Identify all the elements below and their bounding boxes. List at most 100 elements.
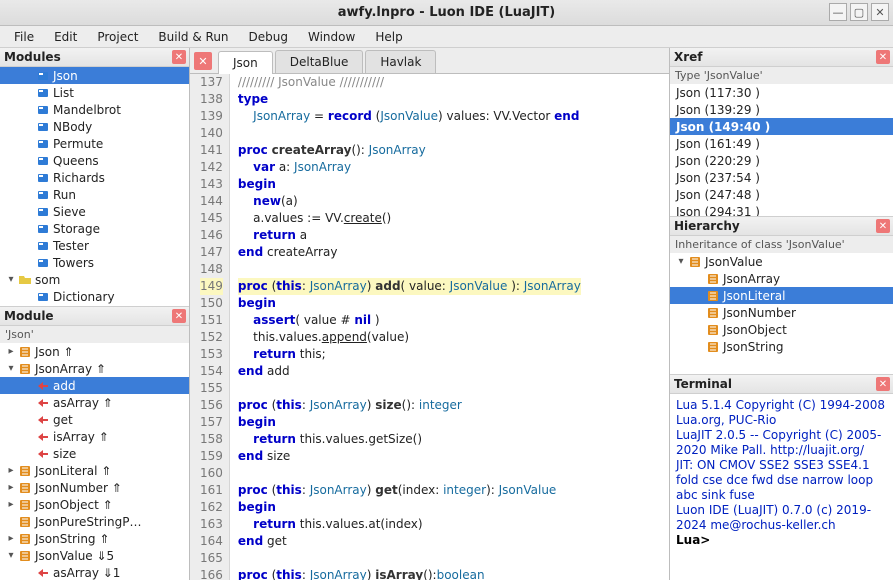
expand-icon[interactable]: ▾: [4, 274, 18, 285]
modules-item[interactable]: List: [0, 84, 189, 101]
maximize-button[interactable]: ▢: [850, 3, 868, 21]
hierarchy-item[interactable]: JsonObject: [670, 321, 893, 338]
menu-project[interactable]: Project: [89, 28, 146, 46]
hierarchy-item[interactable]: JsonString: [670, 338, 893, 355]
code-area[interactable]: ///////// JsonValue ///////////type Json…: [230, 74, 581, 580]
code-line[interactable]: var a: JsonArray: [238, 159, 581, 176]
modules-item[interactable]: Dictionary: [0, 288, 189, 305]
expand-icon[interactable]: ▸: [4, 346, 18, 357]
modules-item[interactable]: Storage: [0, 220, 189, 237]
code-line[interactable]: end get: [238, 533, 581, 550]
module-outline-tree[interactable]: ▸Json ⇑▾JsonArray ⇑addasArray ⇑getisArra…: [0, 343, 189, 580]
modules-item[interactable]: NBody: [0, 118, 189, 135]
modules-item[interactable]: Mandelbrot: [0, 101, 189, 118]
tab-deltablue[interactable]: DeltaBlue: [275, 50, 364, 73]
tab-json[interactable]: Json: [218, 51, 273, 74]
modules-item[interactable]: Sieve: [0, 203, 189, 220]
modules-item[interactable]: Json: [0, 67, 189, 84]
hierarchy-close-icon[interactable]: ✕: [876, 219, 890, 233]
code-line[interactable]: [238, 465, 581, 482]
outline-item[interactable]: size: [0, 445, 189, 462]
code-line[interactable]: proc (this: JsonArray) size(): integer: [238, 397, 581, 414]
hierarchy-item[interactable]: JsonNumber: [670, 304, 893, 321]
xref-item[interactable]: Json (294:31 ): [670, 203, 893, 216]
outline-item[interactable]: get: [0, 411, 189, 428]
outline-item[interactable]: asArray ⇓1: [0, 564, 189, 580]
tab-havlak[interactable]: Havlak: [365, 50, 436, 73]
code-line[interactable]: begin: [238, 176, 581, 193]
code-line[interactable]: begin: [238, 414, 581, 431]
close-all-tabs-icon[interactable]: ✕: [194, 52, 212, 70]
code-line[interactable]: end size: [238, 448, 581, 465]
code-line[interactable]: proc createArray(): JsonArray: [238, 142, 581, 159]
code-line[interactable]: type: [238, 91, 581, 108]
code-editor[interactable]: 1371381391401411421431441451461471481491…: [190, 74, 669, 580]
outline-item[interactable]: JsonPureStringP…: [0, 513, 189, 530]
code-line[interactable]: [238, 261, 581, 278]
code-line[interactable]: return this.values.getSize(): [238, 431, 581, 448]
outline-item[interactable]: ▾JsonArray ⇑: [0, 360, 189, 377]
expand-icon[interactable]: ▾: [674, 256, 688, 267]
xref-item[interactable]: Json (161:49 ): [670, 135, 893, 152]
code-line[interactable]: begin: [238, 295, 581, 312]
outline-item[interactable]: asArray ⇑: [0, 394, 189, 411]
hierarchy-tree[interactable]: ▾JsonValueJsonArrayJsonLiteralJsonNumber…: [670, 253, 893, 374]
code-line[interactable]: [238, 380, 581, 397]
modules-item[interactable]: Richards: [0, 169, 189, 186]
expand-icon[interactable]: ▸: [4, 533, 18, 544]
xref-item[interactable]: Json (117:30 ): [670, 84, 893, 101]
modules-item[interactable]: ▾som: [0, 271, 189, 288]
outline-item[interactable]: ▸JsonLiteral ⇑: [0, 462, 189, 479]
code-line[interactable]: ///////// JsonValue ///////////: [238, 74, 581, 91]
expand-icon[interactable]: ▸: [4, 482, 18, 493]
code-line[interactable]: return this;: [238, 346, 581, 363]
hierarchy-item[interactable]: JsonLiteral: [670, 287, 893, 304]
outline-item[interactable]: add: [0, 377, 189, 394]
code-line[interactable]: proc (this: JsonArray) get(index: intege…: [238, 482, 581, 499]
code-line[interactable]: end createArray: [238, 244, 581, 261]
outline-item[interactable]: ▸JsonString ⇑: [0, 530, 189, 547]
xref-list[interactable]: Json (117:30 )Json (139:29 )Json (149:40…: [670, 84, 893, 216]
code-line[interactable]: assert( value # nil ): [238, 312, 581, 329]
terminal-close-icon[interactable]: ✕: [876, 377, 890, 391]
menu-edit[interactable]: Edit: [46, 28, 85, 46]
modules-item[interactable]: Permute: [0, 135, 189, 152]
minimize-button[interactable]: —: [829, 3, 847, 21]
outline-item[interactable]: ▸JsonObject ⇑: [0, 496, 189, 513]
expand-icon[interactable]: ▾: [4, 363, 18, 374]
outline-item[interactable]: ▾JsonValue ⇓5: [0, 547, 189, 564]
outline-item[interactable]: isArray ⇑: [0, 428, 189, 445]
outline-item[interactable]: ▸Json ⇑: [0, 343, 189, 360]
menu-help[interactable]: Help: [367, 28, 410, 46]
module-outline-close-icon[interactable]: ✕: [172, 309, 186, 323]
close-button[interactable]: ✕: [871, 3, 889, 21]
code-line[interactable]: this.values.append(value): [238, 329, 581, 346]
code-line[interactable]: new(a): [238, 193, 581, 210]
menu-build-run[interactable]: Build & Run: [150, 28, 236, 46]
modules-tree[interactable]: JsonListMandelbrotNBodyPermuteQueensRich…: [0, 67, 189, 306]
code-line[interactable]: return this.values.at(index): [238, 516, 581, 533]
modules-item[interactable]: Towers: [0, 254, 189, 271]
code-line[interactable]: begin: [238, 499, 581, 516]
terminal-prompt[interactable]: Lua>: [676, 533, 887, 548]
menu-debug[interactable]: Debug: [241, 28, 296, 46]
xref-item[interactable]: Json (237:54 ): [670, 169, 893, 186]
code-line[interactable]: return a: [238, 227, 581, 244]
expand-icon[interactable]: ▸: [4, 499, 18, 510]
xref-item[interactable]: Json (247:48 ): [670, 186, 893, 203]
code-line[interactable]: [238, 550, 581, 567]
xref-item[interactable]: Json (139:29 ): [670, 101, 893, 118]
code-line[interactable]: proc (this: JsonArray) add( value: JsonV…: [238, 278, 581, 295]
terminal-output[interactable]: Lua 5.1.4 Copyright (C) 1994-2008 Lua.or…: [670, 394, 893, 580]
code-line[interactable]: a.values := VV.create(): [238, 210, 581, 227]
code-line[interactable]: proc (this: JsonArray) isArray():boolean: [238, 567, 581, 580]
menu-window[interactable]: Window: [300, 28, 363, 46]
modules-item[interactable]: Tester: [0, 237, 189, 254]
modules-item[interactable]: Run: [0, 186, 189, 203]
xref-item[interactable]: Json (149:40 ): [670, 118, 893, 135]
expand-icon[interactable]: ▸: [4, 465, 18, 476]
xref-item[interactable]: Json (220:29 ): [670, 152, 893, 169]
code-line[interactable]: end add: [238, 363, 581, 380]
outline-item[interactable]: ▸JsonNumber ⇑: [0, 479, 189, 496]
hierarchy-item[interactable]: JsonArray: [670, 270, 893, 287]
